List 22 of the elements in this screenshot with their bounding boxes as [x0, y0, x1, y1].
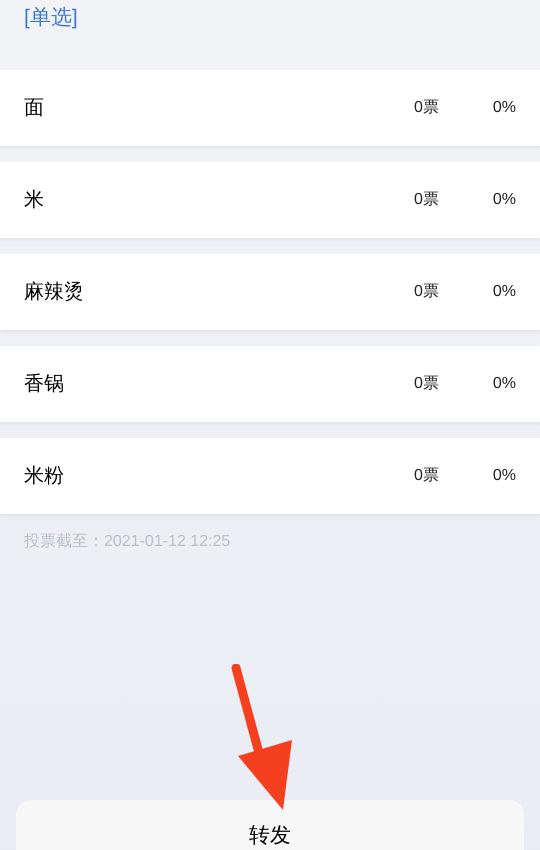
option-row[interactable]: 面 0票 0% [0, 70, 540, 146]
vote-percent: 0% [492, 190, 516, 210]
option-name: 米 [24, 188, 45, 213]
option-row[interactable]: 香锅 0票 0% [0, 346, 540, 422]
option-row[interactable]: 麻辣烫 0票 0% [0, 254, 540, 330]
vote-type-label: [单选] [24, 6, 78, 29]
vote-percent: 0% [492, 374, 516, 394]
option-name: 米粉 [24, 464, 65, 489]
option-name: 香锅 [24, 372, 65, 397]
vote-count: 0票 [414, 190, 440, 210]
vote-percent: 0% [492, 282, 516, 302]
vote-percent: 0% [492, 98, 516, 118]
vote-percent: 0% [492, 466, 516, 486]
vote-count: 0票 [414, 98, 440, 118]
vote-count: 0票 [414, 466, 440, 486]
option-row[interactable]: 米 0票 0% [0, 162, 540, 238]
vote-count: 0票 [414, 282, 440, 302]
option-name: 面 [24, 96, 45, 121]
option-row[interactable]: 米粉 0票 0% [0, 438, 540, 514]
vote-count: 0票 [414, 374, 440, 394]
option-name: 麻辣烫 [24, 280, 85, 305]
forward-button[interactable]: 转发 [16, 800, 524, 850]
